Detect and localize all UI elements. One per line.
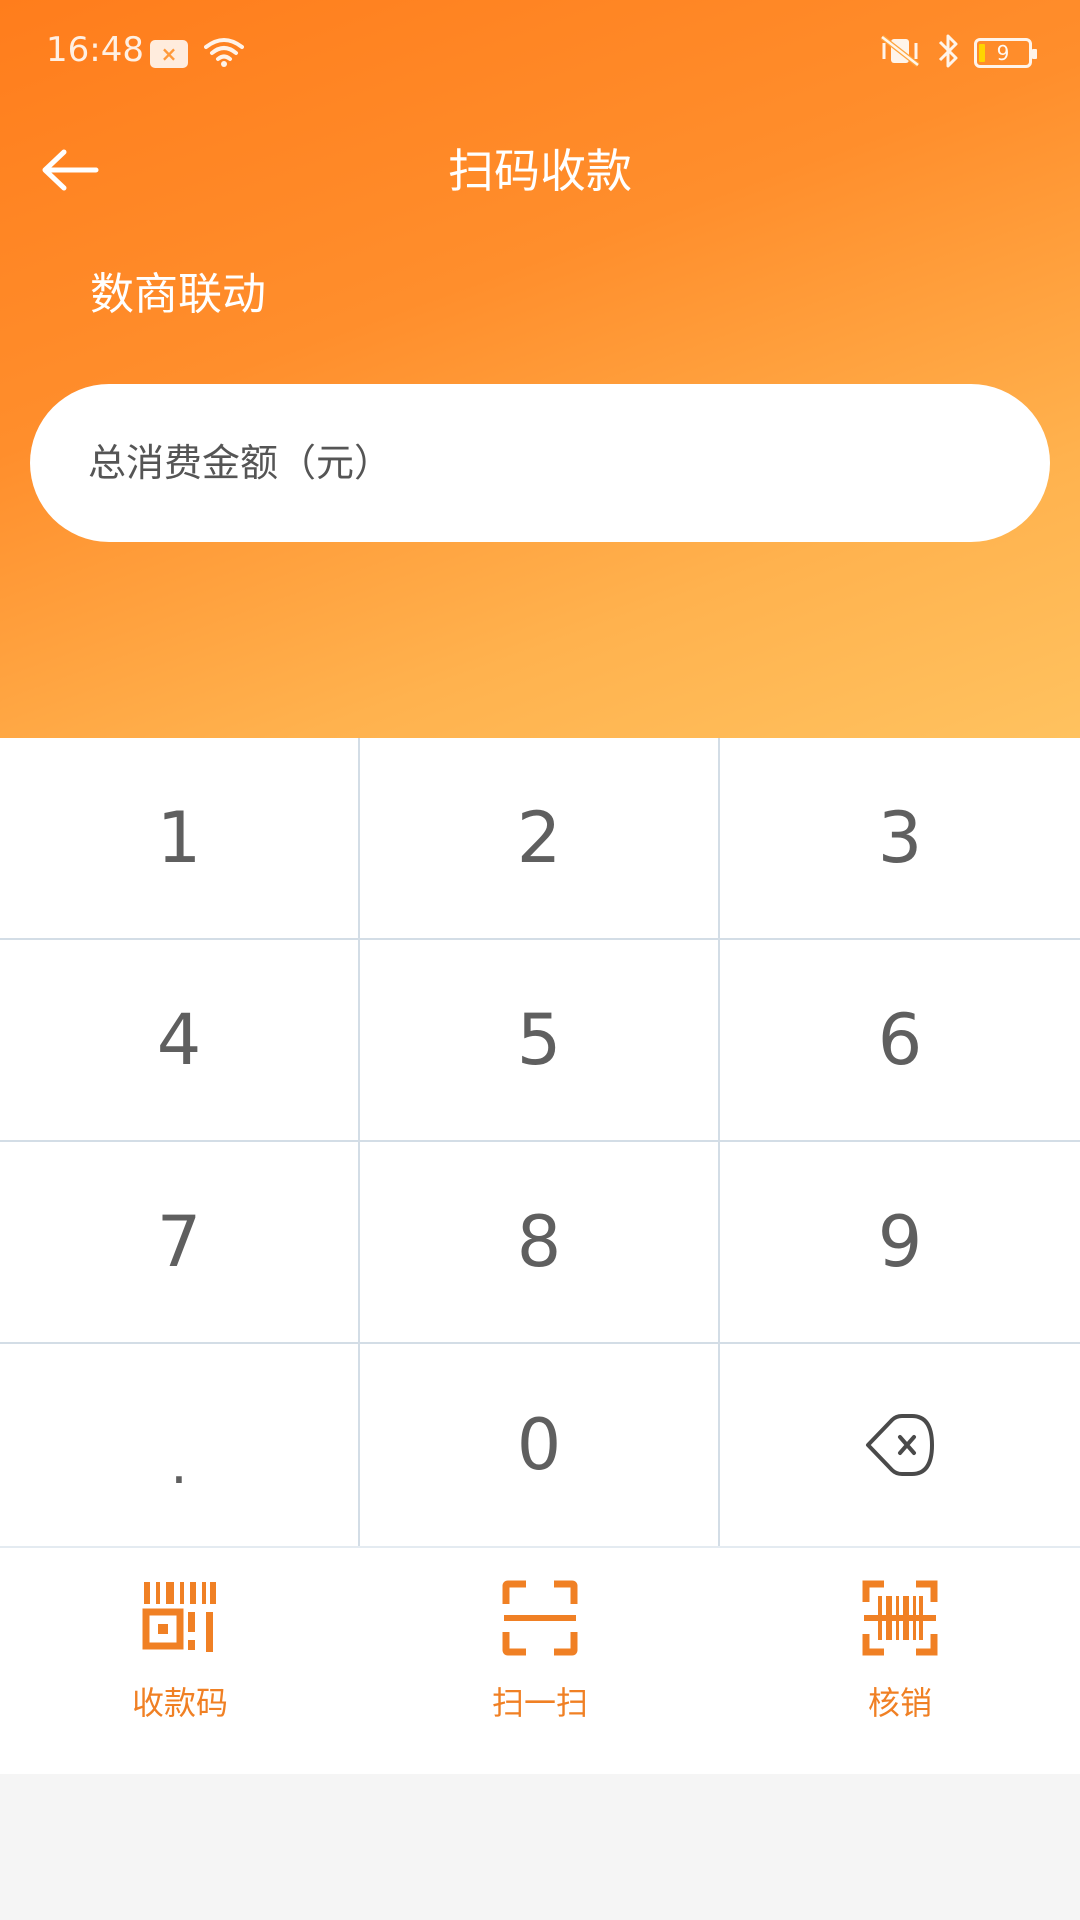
bottom-actions: 收款码 扫一扫 核销 [0,1546,1080,1774]
vibrate-mute-icon [878,33,922,73]
key-1[interactable]: 1 [0,738,360,940]
key-8[interactable]: 8 [360,1142,720,1344]
payment-code-icon [142,1582,216,1652]
merchant-name: 数商联动 [90,269,266,320]
bottom-empty-area [0,1774,1080,1920]
battery-icon: 9 [974,38,1037,68]
key-6[interactable]: 6 [720,940,1080,1142]
status-time: 16:48 [46,30,144,70]
bluetooth-icon [936,32,960,74]
amount-input[interactable] [30,384,1050,542]
backspace-icon [866,1414,934,1476]
scan-button[interactable]: 扫一扫 [360,1548,720,1774]
key-9[interactable]: 9 [720,1142,1080,1344]
payment-code-label: 收款码 [131,1684,228,1722]
key-7[interactable]: 7 [0,1142,360,1344]
battery-level: 9 [996,41,1010,65]
numeric-keypad: 1 2 3 4 5 6 7 8 9 . 0 [0,738,1080,1546]
notification-icon: × [150,40,188,68]
key-4[interactable]: 4 [0,940,360,1142]
key-2[interactable]: 2 [360,738,720,940]
page-title: 扫码收款 [448,144,632,198]
key-decimal[interactable]: . [0,1344,360,1546]
wifi-icon [204,36,244,72]
verify-label: 核销 [867,1684,932,1722]
key-backspace[interactable] [720,1344,1080,1546]
header-background: 16:48 × 9 扫码收款 数商联动 总消费金额（元） [0,0,1080,738]
scan-icon [502,1580,578,1656]
key-0[interactable]: 0 [360,1344,720,1546]
key-5[interactable]: 5 [360,940,720,1142]
scan-label: 扫一扫 [491,1684,588,1722]
status-bar: 16:48 × 9 [0,0,1080,104]
payment-code-button[interactable]: 收款码 [0,1548,360,1774]
key-3[interactable]: 3 [720,738,1080,940]
barcode-verify-icon [862,1580,938,1656]
verify-button[interactable]: 核销 [720,1548,1080,1774]
